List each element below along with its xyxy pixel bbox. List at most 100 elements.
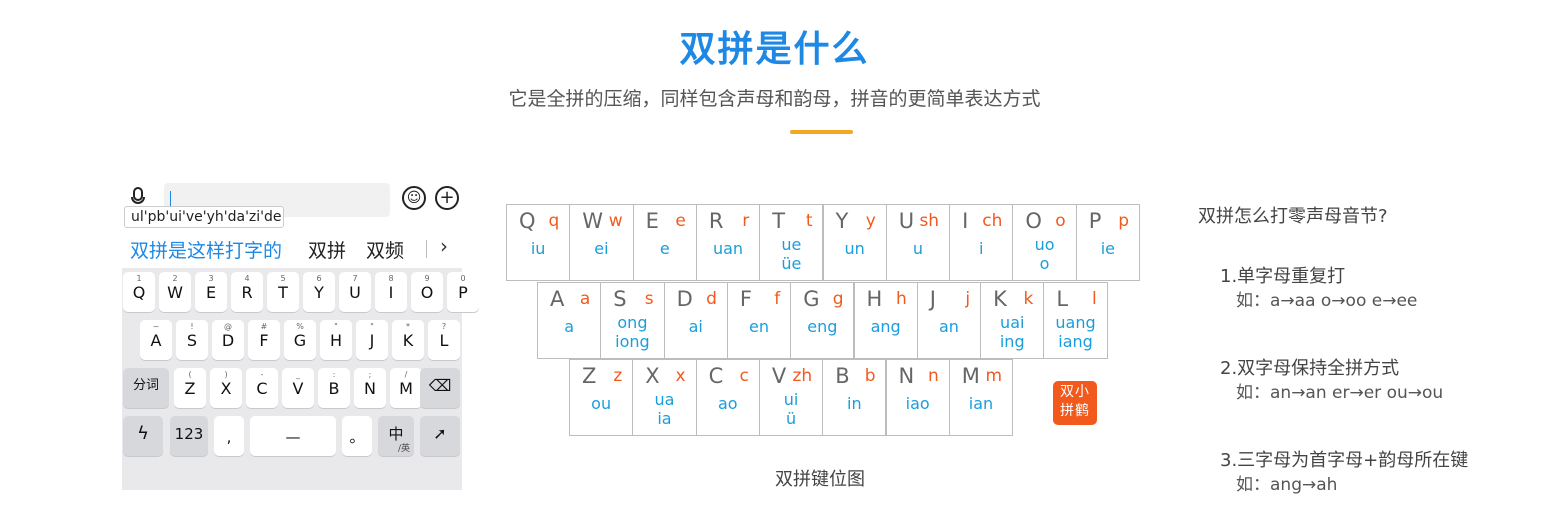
page: 双拼是什么 它是全拼的压缩，同样包含声母和韵母，拼音的更简单表达方式 ☺ + u… [0,0,1549,527]
key-x[interactable]: ) X [210,368,242,408]
keymap-shengmu: a [579,289,591,309]
page-title: 双拼是什么 [679,29,870,70]
cursor-icon[interactable]: ➚ [420,416,460,456]
keymap-yunmu: ao [697,394,759,413]
keymap-yunmu: un [824,239,886,258]
period-key[interactable]: 。 [342,416,372,456]
keymap-yunmu-item: uai [1000,313,1025,332]
key-e[interactable]: 3E [195,272,227,312]
lightning-key[interactable]: ϟ [123,416,163,456]
key-letter: F [259,331,269,350]
keymap-key-u: Ush u [885,204,951,281]
key-symbol: 3 [208,274,214,283]
key-g[interactable]: % G [284,320,316,360]
key-j[interactable]: " J [356,320,388,360]
keyboard: 1 Q 2 W 3 E 4 R 5 T 6 Y 7 U 8 I 9 O 0 P ~ A! S @ D # F% G " H " J * K? L(Z… [122,268,479,490]
key-letter: B [328,379,340,398]
key-a[interactable]: ~ A [140,320,172,360]
key-c[interactable]: -C [246,368,278,408]
candidate-3[interactable]: 双频 [366,236,404,263]
key-symbol: 7 [352,274,358,283]
keymap-letter: O [1025,209,1042,233]
key-letter: U [349,283,361,302]
key-symbol: 0 [460,274,466,283]
keymap-yunmu-item: en [749,317,770,336]
keymap-yunmu-item: o [1039,254,1050,273]
key-b[interactable]: :B [318,368,350,408]
key-t[interactable]: 5T [267,272,299,312]
key-y[interactable]: 6Y [303,272,335,312]
keymap-shengmu: o [1055,211,1066,231]
keymap-letter: P [1088,209,1102,233]
key-p[interactable]: 0P [447,272,479,312]
chevron-right-icon[interactable]: › [440,234,448,258]
key-symbol: 6 [316,274,322,283]
rules-question: 双拼怎么打零声母音节? [1198,206,1388,227]
keymap-key-y: Yy un [822,204,887,281]
number-key[interactable]: 123 [170,416,208,456]
keymap-yunmu-item: i [979,239,984,258]
keymap-letter: B [835,364,850,388]
emoji-icon[interactable]: ☺ [402,186,426,210]
keymap-yunmu-item: un [844,239,865,258]
keymap-key-d: Dd ai [663,282,728,359]
comma-key[interactable]: , [214,416,244,456]
keymap-yunmu-item: iao [905,394,930,413]
keymap-letter: H [866,287,883,311]
fenci-key[interactable]: 分词 [123,368,169,408]
key-w[interactable]: 2W [159,272,191,312]
key-k[interactable]: * K [392,320,424,360]
keymap-yunmu: uang iang [1044,313,1106,351]
key-v[interactable]: _ V [282,368,314,408]
key-letter: P [458,283,468,302]
keymap-yunmu-item: ou [591,394,612,413]
keymap-shengmu: d [706,289,717,309]
key-s[interactable]: ! S [176,320,208,360]
key-symbol: 1 [136,274,142,283]
key-h[interactable]: " H [320,320,352,360]
keymap-letter: J [929,287,936,311]
key-f[interactable]: # F [248,320,280,360]
keymap-shengmu: y [865,211,876,231]
keymap-shengmu: r [742,211,750,231]
key-r[interactable]: 4R [231,272,263,312]
keymap-yunmu: u [887,239,949,258]
key-letter: J [369,331,375,350]
keymap-yunmu: en [728,317,790,336]
keymap-key-n: Nn iao [885,359,950,436]
keymap-key-x: Xx ua ia [632,359,697,436]
keymap-yunmu: ou [570,394,632,413]
keymap-shengmu: w [608,211,623,231]
add-icon[interactable]: + [435,186,459,210]
candidate-1[interactable]: 双拼是这样打字的 [130,236,282,263]
key-letter: Z [184,379,196,398]
candidate-2[interactable]: 双拼 [308,236,346,263]
key-m[interactable]: / M [390,368,422,408]
key-n[interactable]: ; N [354,368,386,408]
key-q[interactable]: 1Q [123,272,155,312]
keymap-shengmu: c [739,366,749,386]
key-o[interactable]: 9O [411,272,443,312]
key-z[interactable]: (Z [174,368,206,408]
keymap-letter: Y [835,209,849,233]
key-i[interactable]: 8I [375,272,407,312]
key-d[interactable]: @ D [212,320,244,360]
keymap-yunmu: ua ia [633,390,695,428]
keymap-shengmu: sh [919,211,940,231]
key-symbol: 2 [172,274,178,283]
keymap-letter: R [708,209,724,233]
keymap-caption: 双拼键位图 [775,469,865,490]
key-l[interactable]: ? L [428,320,460,360]
language-toggle-key[interactable]: 中/英 [378,416,414,456]
key-letter: Q [132,283,146,302]
keymap-shengmu: g [832,289,844,309]
keymap-yunmu: ue üe [760,235,822,273]
key-u[interactable]: 7U [339,272,371,312]
delete-key[interactable]: ⌫ [420,368,460,408]
key-symbol: # [260,322,268,331]
key-symbol: 8 [388,274,394,283]
space-key[interactable]: — [250,416,336,456]
keymap-shengmu: s [644,289,654,309]
keymap-shengmu: q [548,211,560,231]
keymap-key-h: Hh ang [853,282,918,359]
